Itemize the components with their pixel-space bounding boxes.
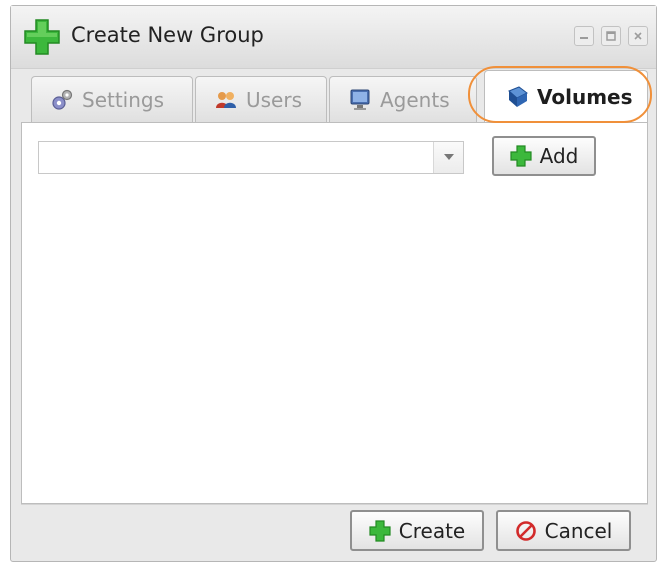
- tab-label: Agents: [380, 87, 450, 112]
- maximize-icon: [606, 31, 616, 41]
- minimize-icon: [579, 37, 588, 39]
- volumes-panel: Add: [21, 122, 648, 504]
- volume-icon: [508, 86, 528, 107]
- footer-divider: [21, 504, 648, 505]
- cancel-button[interactable]: Cancel: [496, 510, 631, 551]
- tab-users[interactable]: Users: [195, 76, 327, 122]
- cancel-icon: [515, 520, 536, 541]
- tab-label: Users: [246, 87, 303, 112]
- tab-volumes[interactable]: Volumes: [484, 70, 648, 123]
- users-icon: [216, 91, 236, 108]
- maximize-button[interactable]: [600, 26, 621, 46]
- create-group-dialog: Create New Group Settings Users Agents V…: [10, 5, 657, 562]
- green-plus-icon: [369, 519, 391, 542]
- create-button[interactable]: Create: [350, 510, 484, 551]
- tab-strip: Settings Users Agents Volumes: [21, 70, 648, 123]
- tab-settings[interactable]: Settings: [31, 76, 193, 122]
- create-label: Create: [398, 518, 466, 543]
- close-button[interactable]: [628, 26, 648, 46]
- add-volume-button[interactable]: Add: [492, 136, 596, 176]
- chevron-down-icon: [444, 154, 454, 160]
- volume-select[interactable]: [38, 141, 464, 174]
- add-label: Add: [539, 144, 579, 168]
- dialog-titlebar[interactable]: Create New Group: [11, 6, 656, 69]
- volume-select-input[interactable]: [39, 142, 435, 173]
- cancel-label: Cancel: [544, 518, 613, 543]
- green-plus-icon: [510, 145, 532, 167]
- gears-icon: [52, 89, 73, 110]
- minimize-button[interactable]: [573, 26, 594, 46]
- dropdown-trigger[interactable]: [433, 142, 463, 173]
- computer-icon: [350, 89, 370, 110]
- tab-label: Settings: [82, 87, 165, 112]
- green-plus-icon: [24, 19, 60, 55]
- window-controls: [572, 26, 648, 48]
- tab-label: Volumes: [537, 85, 633, 109]
- close-icon: [634, 32, 642, 40]
- tab-agents[interactable]: Agents: [329, 76, 477, 122]
- dialog-title: Create New Group: [71, 23, 264, 47]
